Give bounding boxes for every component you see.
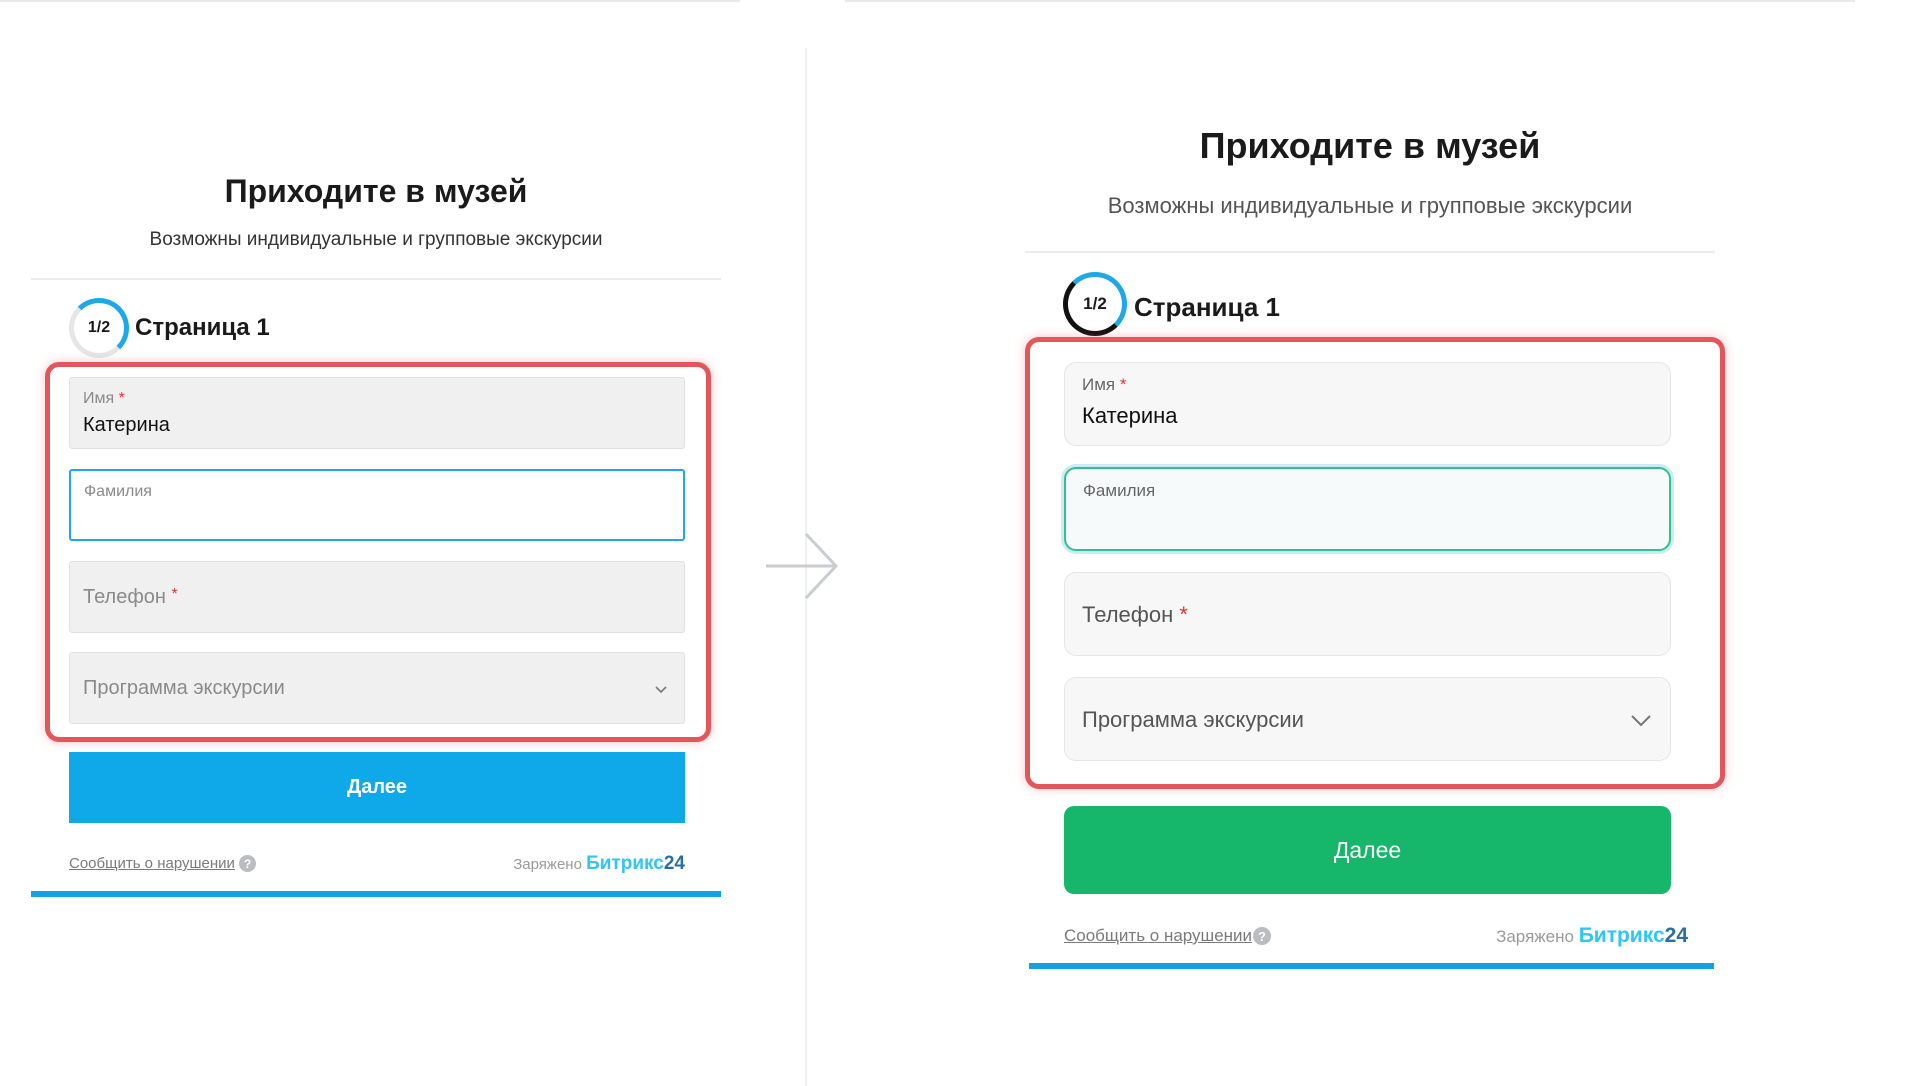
powered-by[interactable]: Заряжено Битрикс24 xyxy=(1496,924,1688,948)
next-button[interactable]: Далее xyxy=(69,752,685,823)
help-icon[interactable]: ? xyxy=(1253,927,1271,945)
bitrix-logo: Битрикс xyxy=(586,853,664,874)
chevron-down-icon xyxy=(655,686,667,694)
form-bottom-accent xyxy=(1029,963,1714,969)
surname-field[interactable]: Фамилия xyxy=(1064,467,1671,551)
header-separator xyxy=(1025,251,1715,253)
name-field-label: Имя * xyxy=(83,390,125,407)
step-counter: 1/2 xyxy=(1083,294,1107,313)
form-title: Приходите в музей xyxy=(224,173,528,209)
name-field-value: Катерина xyxy=(83,414,170,436)
program-select[interactable]: Программа экскурсии xyxy=(1064,677,1671,761)
surname-field[interactable]: Фамилия xyxy=(69,469,685,541)
program-select-label: Программа экскурсии xyxy=(1082,707,1304,732)
step-progress-ring: 1/2 xyxy=(69,298,129,358)
chevron-down-icon xyxy=(1631,715,1651,727)
phone-field[interactable]: Телефон * xyxy=(69,561,685,633)
arrow-right-icon xyxy=(766,532,839,600)
header-separator xyxy=(31,278,721,280)
form-subtitle: Возможны индивидуальные и групповые экск… xyxy=(149,229,603,250)
surname-field-label: Фамилия xyxy=(84,483,152,500)
page-label: Страница 1 xyxy=(135,314,270,341)
step-progress-ring: 1/2 xyxy=(1063,272,1127,336)
powered-by[interactable]: Заряжено Битрикс24 xyxy=(513,853,685,875)
surname-field-label: Фамилия xyxy=(1083,481,1156,500)
form-subtitle: Возможны индивидуальные и групповые экск… xyxy=(1107,193,1633,218)
next-button[interactable]: Далее xyxy=(1064,806,1671,894)
name-field-value: Катерина xyxy=(1082,403,1178,428)
help-icon[interactable]: ? xyxy=(239,855,256,872)
program-select[interactable]: Программа экскурсии xyxy=(69,652,685,724)
name-field-label: Имя * xyxy=(1082,375,1127,394)
bitrix-logo: Битрикс xyxy=(1578,924,1665,947)
name-field[interactable]: Имя * Катерина xyxy=(1064,362,1671,446)
form-bottom-accent xyxy=(31,891,721,897)
form-panel-before: Приходите в музей Возможны индивидуальны… xyxy=(31,0,721,900)
form-title: Приходите в музей xyxy=(1199,125,1541,166)
form-panel-after: Приходите в музей Возможны индивидуальны… xyxy=(1025,0,1725,980)
step-counter: 1/2 xyxy=(87,319,111,336)
phone-field-label: Телефон * xyxy=(1082,602,1188,627)
name-field[interactable]: Имя * Катерина xyxy=(69,377,685,449)
report-violation-link[interactable]: Сообщить о нарушении xyxy=(69,855,235,872)
program-select-label: Программа экскурсии xyxy=(83,677,285,699)
report-violation-link[interactable]: Сообщить о нарушении xyxy=(1064,926,1252,946)
phone-field[interactable]: Телефон * xyxy=(1064,572,1671,656)
page-label: Страница 1 xyxy=(1134,292,1280,322)
phone-field-label: Телефон * xyxy=(83,586,178,608)
